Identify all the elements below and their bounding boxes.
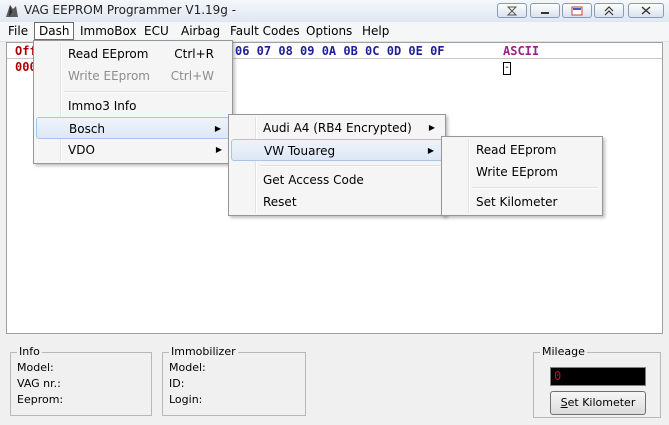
close-button[interactable] xyxy=(628,3,664,18)
hex-header-ascii: ASCII xyxy=(503,44,540,58)
set-kilometer-label: et Kilometer xyxy=(567,396,636,409)
hex-cursor: - xyxy=(503,62,511,75)
double-chevron-up-icon xyxy=(604,6,614,16)
info-eeprom-label: Eeprom: xyxy=(17,393,64,406)
restore-grab-button[interactable] xyxy=(497,3,527,18)
bosch-get-access-code-label: Get Access Code xyxy=(263,173,364,187)
menu-airbag[interactable]: Airbag xyxy=(177,22,224,40)
dash-write-shortcut: Ctrl+W xyxy=(170,69,214,83)
touareg-separator xyxy=(472,187,598,189)
menu-options[interactable]: Options xyxy=(302,22,356,40)
maximize-button[interactable] xyxy=(562,3,592,18)
dash-separator xyxy=(64,91,228,93)
touareg-set-kilometer-label: Set Kilometer xyxy=(476,195,558,209)
set-kilometer-mnemonic: S xyxy=(560,396,568,409)
menu-fault-codes[interactable]: Fault Codes xyxy=(226,22,304,40)
touareg-submenu: Read EEprom Write EEprom Set Kilometer xyxy=(441,136,603,216)
dash-write-eeprom-label: Write EEprom xyxy=(68,69,150,83)
title-bar: VAG EEPROM Programmer V1.19g - xyxy=(0,0,669,23)
rollup-button[interactable] xyxy=(594,3,624,18)
set-kilometer-button[interactable]: Set Kilometer xyxy=(550,391,646,415)
dash-menu: Read EEprom Ctrl+R Write EEprom Ctrl+W I… xyxy=(33,40,233,164)
info-panel: Info Model: VAG nr.: Eeprom: xyxy=(10,345,152,416)
menu-dash[interactable]: Dash xyxy=(34,22,75,40)
immobilizer-id-label: ID: xyxy=(169,377,185,390)
dash-immo3-info-label: Immo3 Info xyxy=(68,99,137,113)
touareg-read-eeprom-label: Read EEprom xyxy=(476,143,557,157)
dash-vdo-label: VDO xyxy=(68,143,95,157)
close-icon xyxy=(641,6,651,15)
menu-immobox[interactable]: ImmoBox xyxy=(76,22,141,40)
bosch-vw-touareg-label: VW Touareg xyxy=(264,144,336,158)
info-model-label: Model: xyxy=(17,361,54,374)
bosch-get-access-code[interactable]: Get Access Code xyxy=(231,169,443,191)
menu-ecu[interactable]: ECU xyxy=(140,22,173,40)
chevron-right-icon: ▶ xyxy=(427,146,434,155)
info-vag-nr-label: VAG nr.: xyxy=(17,377,61,390)
immobilizer-panel-title: Immobilizer xyxy=(169,345,238,358)
chevron-right-icon: ▶ xyxy=(215,145,222,154)
mileage-display: 0 xyxy=(550,367,646,386)
touareg-write-eeprom[interactable]: Write EEprom xyxy=(444,161,600,183)
window-title: VAG EEPROM Programmer V1.19g - xyxy=(24,3,237,17)
bosch-separator xyxy=(259,165,441,167)
minimize-icon xyxy=(541,12,549,14)
touareg-read-eeprom[interactable]: Read EEprom xyxy=(444,139,600,161)
dash-vdo[interactable]: VDO ▶ xyxy=(36,139,230,161)
dash-read-shortcut: Ctrl+R xyxy=(174,47,214,61)
bosch-submenu: Audi A4 (RB4 Encrypted) ▶ VW Touareg ▶ G… xyxy=(228,114,446,216)
touareg-set-kilometer[interactable]: Set Kilometer xyxy=(444,191,600,213)
chevron-right-icon: ▶ xyxy=(214,124,221,133)
info-panel-title: Info xyxy=(17,345,42,358)
immobilizer-model-label: Model: xyxy=(169,361,206,374)
menu-help[interactable]: Help xyxy=(358,22,393,40)
bosch-reset-label: Reset xyxy=(263,195,297,209)
minimize-button[interactable] xyxy=(530,3,560,18)
chevron-right-icon: ▶ xyxy=(428,123,435,132)
bosch-audi-a4-label: Audi A4 (RB4 Encrypted) xyxy=(263,121,412,135)
bosch-vw-touareg[interactable]: VW Touareg ▶ xyxy=(231,139,443,161)
immobilizer-login-label: Login: xyxy=(169,393,203,406)
menu-bar: File Dash ImmoBox ECU Airbag Fault Codes… xyxy=(0,22,669,42)
mileage-panel: Mileage 0 Set Kilometer xyxy=(533,345,661,418)
dash-write-eeprom: Write EEprom Ctrl+W xyxy=(36,65,230,87)
hex-header-columns: 06 07 08 09 0A 0B 0C 0D 0E 0F xyxy=(235,44,445,58)
immobilizer-panel: Immobilizer Model: ID: Login: xyxy=(162,345,306,416)
dash-read-eeprom[interactable]: Read EEprom Ctrl+R xyxy=(36,43,230,65)
mileage-panel-title: Mileage xyxy=(540,345,587,358)
dash-bosch-label: Bosch xyxy=(69,122,106,136)
hourglass-icon xyxy=(506,6,518,16)
bosch-audi-a4[interactable]: Audi A4 (RB4 Encrypted) ▶ xyxy=(231,117,443,139)
bosch-reset[interactable]: Reset xyxy=(231,191,443,213)
dash-read-eeprom-label: Read EEprom xyxy=(68,47,149,61)
touareg-write-eeprom-label: Write EEprom xyxy=(476,165,558,179)
dash-bosch[interactable]: Bosch ▶ xyxy=(36,117,230,139)
app-logo-icon xyxy=(6,5,18,17)
menu-file[interactable]: File xyxy=(4,22,32,40)
dash-immo3-info[interactable]: Immo3 Info xyxy=(36,95,230,117)
maximize-icon xyxy=(571,6,583,16)
